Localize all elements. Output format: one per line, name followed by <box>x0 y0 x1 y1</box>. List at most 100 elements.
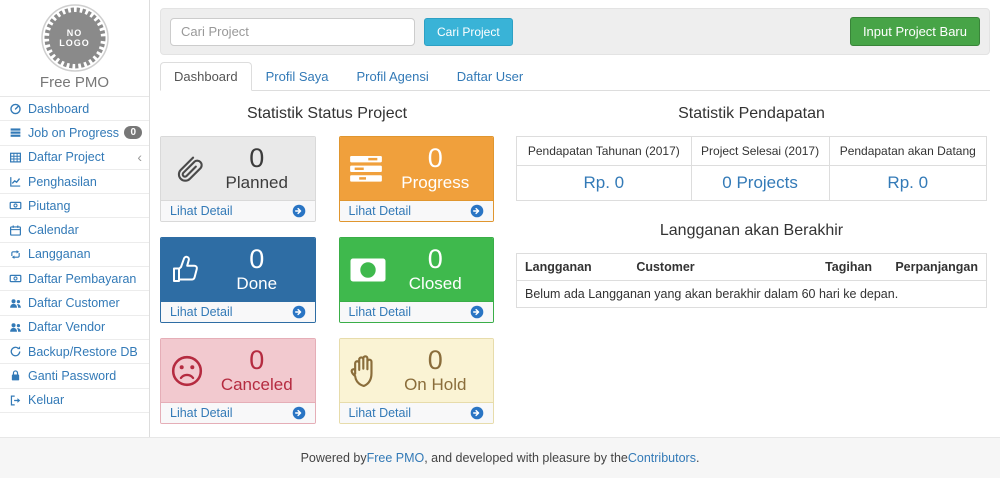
status-count: 0 <box>214 245 300 274</box>
status-section: Statistik Status Project 0 Planned Lihat… <box>160 99 494 424</box>
status-count: 0 <box>214 346 300 375</box>
subscription-col-header: Customer <box>628 254 817 281</box>
frown-icon <box>170 354 214 388</box>
sidebar-item-label: Keluar <box>28 393 64 407</box>
subscription-col-header: Perpanjangan <box>887 254 986 281</box>
status-card-done: 0 Done Lihat Detail <box>160 237 316 323</box>
sidebar-item-label: Calendar <box>28 223 79 237</box>
empty-message: Belum ada Langganan yang akan berakhir d… <box>517 281 987 308</box>
status-label: Canceled <box>214 375 300 395</box>
money-icon <box>7 199 24 212</box>
income-table: Pendapatan Tahunan (2017) Project Selesa… <box>516 136 987 201</box>
status-count: 0 <box>214 144 300 173</box>
income-col-header: Project Selesai (2017) <box>691 137 829 166</box>
sign-out-icon <box>7 394 24 407</box>
lihat-detail-link[interactable]: Lihat Detail <box>349 406 412 420</box>
new-project-button[interactable]: Input Project Baru <box>850 17 980 46</box>
users-icon <box>7 297 24 310</box>
status-label: Planned <box>214 173 300 193</box>
status-label: Closed <box>393 274 479 294</box>
arrow-circle-right-icon[interactable] <box>292 305 306 319</box>
paperclip-icon <box>170 151 214 187</box>
search-input[interactable] <box>170 18 415 46</box>
sidebar: NO LOGO Free PMO Dashboard Job on Progre… <box>0 0 150 438</box>
sidebar-item-label: Daftar Pembayaran <box>28 272 136 286</box>
sidebar-item-label: Daftar Customer <box>28 296 120 310</box>
lihat-detail-link[interactable]: Lihat Detail <box>170 406 233 420</box>
sidebar-item-langganan[interactable]: Langganan <box>0 243 149 267</box>
tab-daftar-user[interactable]: Daftar User <box>443 62 537 91</box>
arrow-circle-right-icon[interactable] <box>292 204 306 218</box>
tab-profil-saya[interactable]: Profil Saya <box>252 62 343 91</box>
footer-text: Powered by <box>301 451 367 465</box>
status-count: 0 <box>393 346 479 375</box>
no-logo-badge: NO LOGO <box>40 3 110 73</box>
status-label: On Hold <box>393 375 479 395</box>
status-section-title: Statistik Status Project <box>160 105 494 123</box>
arrow-circle-right-icon[interactable] <box>470 204 484 218</box>
thumbs-up-icon <box>170 254 214 286</box>
app-name: Free PMO <box>0 74 149 92</box>
sidebar-item-backup-restore-db[interactable]: Backup/Restore DB <box>0 340 149 364</box>
sidebar-item-daftar-pembayaran[interactable]: Daftar Pembayaran <box>0 267 149 291</box>
sidebar-item-dashboard[interactable]: Dashboard <box>0 97 149 121</box>
footer-text: , and developed with pleasure by the <box>424 451 628 465</box>
sidebar-item-daftar-customer[interactable]: Daftar Customer <box>0 291 149 315</box>
money-icon <box>7 272 24 285</box>
income-section: Statistik Pendapatan Pendapatan Tahunan … <box>516 99 990 424</box>
subscription-section-title: Langganan akan Berakhir <box>516 222 987 240</box>
tasks-icon <box>349 154 393 184</box>
logo-area: NO LOGO Free PMO <box>0 3 149 97</box>
sidebar-item-label: Langganan <box>28 247 91 261</box>
sidebar-item-daftar-vendor[interactable]: Daftar Vendor <box>0 316 149 340</box>
income-value: 0 Projects <box>691 166 829 201</box>
search-bar: Cari Project Input Project Baru <box>160 8 990 55</box>
arrow-circle-right-icon[interactable] <box>292 406 306 420</box>
hand-paper-icon <box>349 354 393 388</box>
sidebar-item-label: Dashboard <box>28 102 89 116</box>
free-pmo-link[interactable]: Free PMO <box>367 451 425 465</box>
status-card-canceled: 0 Canceled Lihat Detail <box>160 338 316 424</box>
money-icon: 1 <box>349 256 393 284</box>
refresh-icon <box>7 345 24 358</box>
sidebar-item-keluar[interactable]: Keluar <box>0 389 149 413</box>
sidebar-item-label: Daftar Project <box>28 150 104 164</box>
tab-dashboard[interactable]: Dashboard <box>160 62 252 91</box>
sidebar-item-calendar[interactable]: Calendar <box>0 218 149 242</box>
footer-text: . <box>696 451 699 465</box>
tab-profil-agensi[interactable]: Profil Agensi <box>342 62 442 91</box>
income-col-header: Pendapatan Tahunan (2017) <box>517 137 692 166</box>
sidebar-item-label: Piutang <box>28 199 70 213</box>
lihat-detail-link[interactable]: Lihat Detail <box>170 305 233 319</box>
status-card-progress: 0 Progress Lihat Detail <box>339 136 495 222</box>
table-row: Belum ada Langganan yang akan berakhir d… <box>517 281 987 308</box>
lihat-detail-link[interactable]: Lihat Detail <box>349 204 412 218</box>
subscription-table: Langganan Customer Tagihan Perpanjangan … <box>516 253 987 308</box>
sidebar-menu: Dashboard Job on Progress 0 Daftar Proje… <box>0 97 149 413</box>
lihat-detail-link[interactable]: Lihat Detail <box>349 305 412 319</box>
status-card-onhold: 0 On Hold Lihat Detail <box>339 338 495 424</box>
sidebar-item-piutang[interactable]: Piutang <box>0 194 149 218</box>
search-button[interactable]: Cari Project <box>424 18 513 46</box>
income-section-title: Statistik Pendapatan <box>516 105 987 123</box>
tasks-icon <box>7 126 24 139</box>
arrow-circle-right-icon[interactable] <box>470 406 484 420</box>
sidebar-item-label: Daftar Vendor <box>28 320 105 334</box>
retweet-icon <box>7 248 24 261</box>
status-card-planned: 0 Planned Lihat Detail <box>160 136 316 222</box>
lihat-detail-link[interactable]: Lihat Detail <box>170 204 233 218</box>
page-footer: Powered by Free PMO, and developed with … <box>0 437 1000 478</box>
status-label: Done <box>214 274 300 294</box>
sidebar-item-penghasilan[interactable]: Penghasilan <box>0 170 149 194</box>
sidebar-item-ganti-password[interactable]: Ganti Password <box>0 364 149 388</box>
sidebar-item-job-on-progress[interactable]: Job on Progress 0 <box>0 121 149 145</box>
income-value: Rp. 0 <box>829 166 987 201</box>
status-count: 0 <box>393 245 479 274</box>
status-card-closed: 1 0 Closed Lihat Detail <box>339 237 495 323</box>
arrow-circle-right-icon[interactable] <box>470 305 484 319</box>
tachometer-icon <box>7 102 24 115</box>
users-icon <box>7 321 24 334</box>
sidebar-item-label: Job on Progress <box>28 126 119 140</box>
contributors-link[interactable]: Contributors <box>628 451 696 465</box>
sidebar-item-daftar-project[interactable]: Daftar Project ‹ <box>0 146 149 170</box>
